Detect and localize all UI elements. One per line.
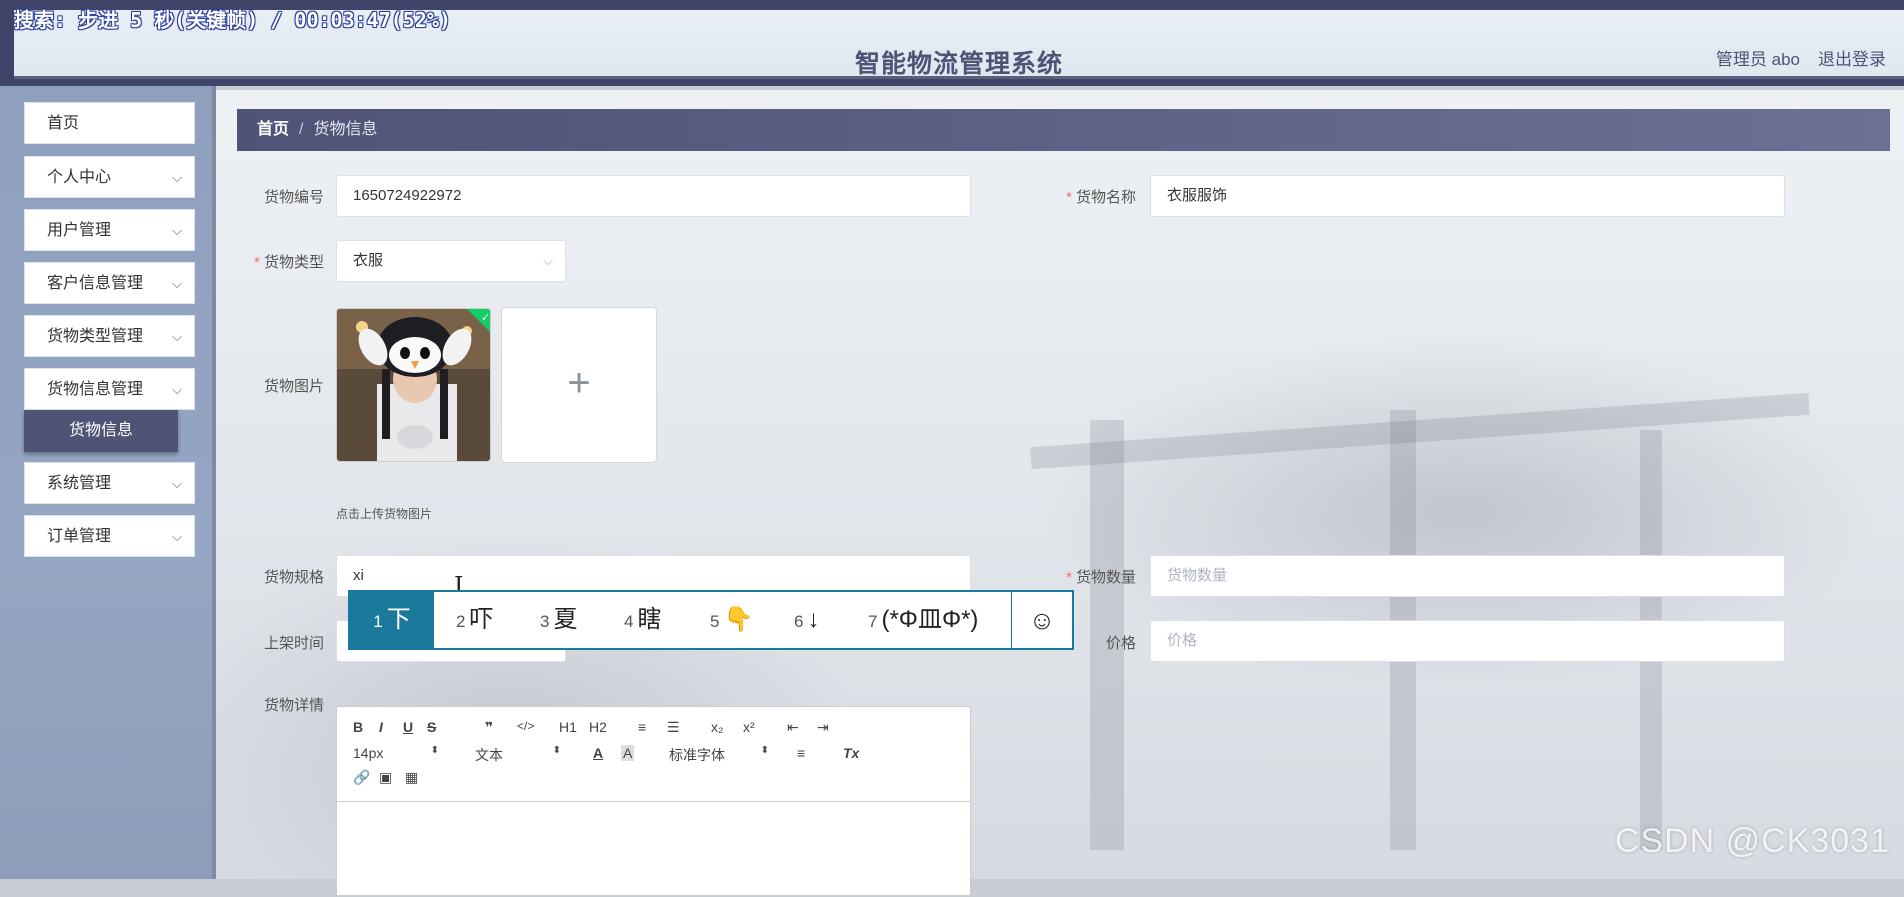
chevron-down-icon: ⌵: [172, 170, 182, 185]
sidebar-item-label: 货物信息管理: [47, 381, 144, 398]
breadcrumb-separator: /: [299, 121, 304, 138]
ime-candidate-bar: 1下 2吓 3夏 4瞎 5 👇 6 ↓ 7 (*Φ皿Φ*) ☺: [348, 590, 1074, 650]
ime-candidate-1[interactable]: 1下: [350, 592, 434, 648]
sidebar-item-label: 系统管理: [47, 475, 112, 492]
sidebar-item-system[interactable]: 系统管理 ⌵: [24, 462, 195, 504]
h1-icon[interactable]: H1: [559, 719, 577, 735]
background-color-icon[interactable]: A: [621, 745, 635, 761]
detail-label: 货物详情: [263, 697, 324, 714]
chevron-down-icon: ⌵: [172, 223, 182, 238]
editor-content[interactable]: [337, 802, 970, 897]
subscript-icon[interactable]: x₂: [711, 719, 723, 735]
goods-image-thumbnail[interactable]: ✓: [336, 308, 491, 462]
sidebar-item-label: 订单管理: [47, 528, 112, 545]
image-label: 货物图片: [263, 378, 324, 395]
superscript-icon[interactable]: x²: [743, 719, 755, 735]
sidebar-item-label: 用户管理: [47, 222, 112, 239]
name-input[interactable]: 衣服服饰: [1150, 175, 1785, 217]
strike-icon[interactable]: S: [427, 719, 436, 735]
outdent-icon[interactable]: ⇤: [787, 719, 799, 736]
type-select[interactable]: 衣服 ⌵: [336, 240, 566, 282]
editor-toolbar: B I U S ❞ </> H1 H2 ≡ ☰ x₂ x² ⇤ ⇥ 14px ⬍ …: [337, 707, 970, 802]
link-icon[interactable]: 🔗: [353, 769, 370, 786]
sidebar-item-label: 个人中心: [47, 169, 112, 186]
chevron-down-icon: ⌵: [172, 276, 182, 291]
price-input[interactable]: 价格: [1150, 620, 1785, 662]
image-icon[interactable]: ▣: [379, 769, 392, 786]
bold-icon[interactable]: B: [353, 719, 363, 735]
qty-input[interactable]: 货物数量: [1150, 555, 1785, 597]
qty-label: * 货物数量: [1066, 569, 1136, 586]
rich-text-editor: B I U S ❞ </> H1 H2 ≡ ☰ x₂ x² ⇤ ⇥ 14px ⬍ …: [336, 706, 971, 896]
sidebar-item-label: 首页: [47, 115, 80, 132]
sidebar-item-users[interactable]: 用户管理 ⌵: [24, 209, 195, 251]
sidebar-item-home[interactable]: 首页: [24, 102, 195, 144]
blockquote-icon[interactable]: ❞: [485, 719, 493, 736]
chevron-down-icon: ⌵: [543, 253, 553, 268]
font-size-select[interactable]: 14px ⬍: [353, 745, 439, 761]
code-block-icon[interactable]: </>: [517, 719, 534, 733]
sidebar-item-goods-info[interactable]: 货物信息管理 ⌵: [24, 368, 195, 410]
sidebar-item-profile[interactable]: 个人中心 ⌵: [24, 156, 195, 198]
ime-candidate-7[interactable]: 7 (*Φ皿Φ*): [868, 592, 978, 648]
name-label: * 货物名称: [1066, 189, 1136, 206]
app-title: 智能物流管理系统: [854, 50, 1063, 78]
shelf-time-label: 上架时间: [263, 635, 324, 652]
user-label: 管理员 abo: [1715, 50, 1800, 69]
bullet-list-icon[interactable]: ☰: [667, 719, 680, 736]
breadcrumb: 首页 / 货物信息: [237, 109, 1890, 151]
sidebar-item-customers[interactable]: 客户信息管理 ⌵: [24, 262, 195, 304]
breadcrumb-current: 货物信息: [313, 121, 378, 138]
sidebar-subitem-goods-info[interactable]: 货物信息: [24, 410, 178, 452]
clear-format-icon[interactable]: Tx: [843, 745, 859, 761]
smiley-icon[interactable]: ☺: [1011, 592, 1072, 648]
spec-label: 货物规格: [263, 569, 324, 586]
indent-icon[interactable]: ⇥: [817, 719, 829, 736]
ime-candidate-4[interactable]: 4瞎: [624, 592, 661, 648]
watermark: CSDN @CK3031: [1614, 822, 1890, 860]
chevron-down-icon: ⌵: [172, 529, 182, 544]
video-icon[interactable]: ▦: [405, 769, 418, 786]
font-family-select[interactable]: 标准字体 ⬍: [669, 745, 769, 765]
code-label: 货物编号: [263, 189, 324, 206]
type-label: * 货物类型: [254, 254, 324, 271]
breadcrumb-home[interactable]: 首页: [257, 121, 289, 138]
chevron-up-icon: ⌵: [172, 382, 182, 397]
video-overlay-text: 搜索: 步进 5 秒(关键帧) / 00:03:47(52%): [14, 8, 451, 32]
sidebar: 首页 个人中心 ⌵ 用户管理 ⌵ 客户信息管理 ⌵ 货物类型管理 ⌵ 货物信息管理 ⌵ 货…: [0, 86, 216, 879]
sidebar-item-orders[interactable]: 订单管理 ⌵: [24, 515, 195, 557]
ime-candidate-3[interactable]: 3夏: [540, 592, 577, 648]
image-upload-hint: 点击上传货物图片: [336, 507, 433, 521]
logout-link[interactable]: 退出登录: [1818, 45, 1886, 70]
top-bar: 智能物流管理系统 管理员 abo 退出登录 搜索: 步进 5 秒(关键帧) / …: [0, 0, 1904, 86]
sidebar-item-label: 客户信息管理: [47, 275, 144, 292]
sidebar-item-goods-types[interactable]: 货物类型管理 ⌵: [24, 315, 195, 357]
font-color-icon[interactable]: A: [593, 745, 603, 761]
sidebar-item-label: 货物类型管理: [47, 328, 144, 345]
ordered-list-icon[interactable]: ≡: [638, 719, 646, 735]
upload-add-button[interactable]: +: [501, 307, 657, 463]
italic-icon[interactable]: I: [379, 719, 383, 735]
ime-candidate-5[interactable]: 5 👇: [710, 592, 753, 648]
code-input[interactable]: 1650724922972: [336, 175, 971, 217]
h2-icon[interactable]: H2: [589, 719, 607, 735]
chevron-down-icon: ⌵: [172, 476, 182, 491]
ime-candidate-2[interactable]: 2吓: [456, 592, 493, 648]
underline-icon[interactable]: U: [403, 719, 413, 735]
ime-candidate-6[interactable]: 6 ↓: [794, 592, 819, 648]
text-style-select[interactable]: 文本 ⬍: [475, 745, 561, 765]
align-icon[interactable]: ≡: [797, 745, 805, 761]
type-select-value: 衣服: [353, 252, 384, 269]
chevron-down-icon: ⌵: [172, 329, 182, 344]
svg-text:✓: ✓: [481, 311, 490, 324]
